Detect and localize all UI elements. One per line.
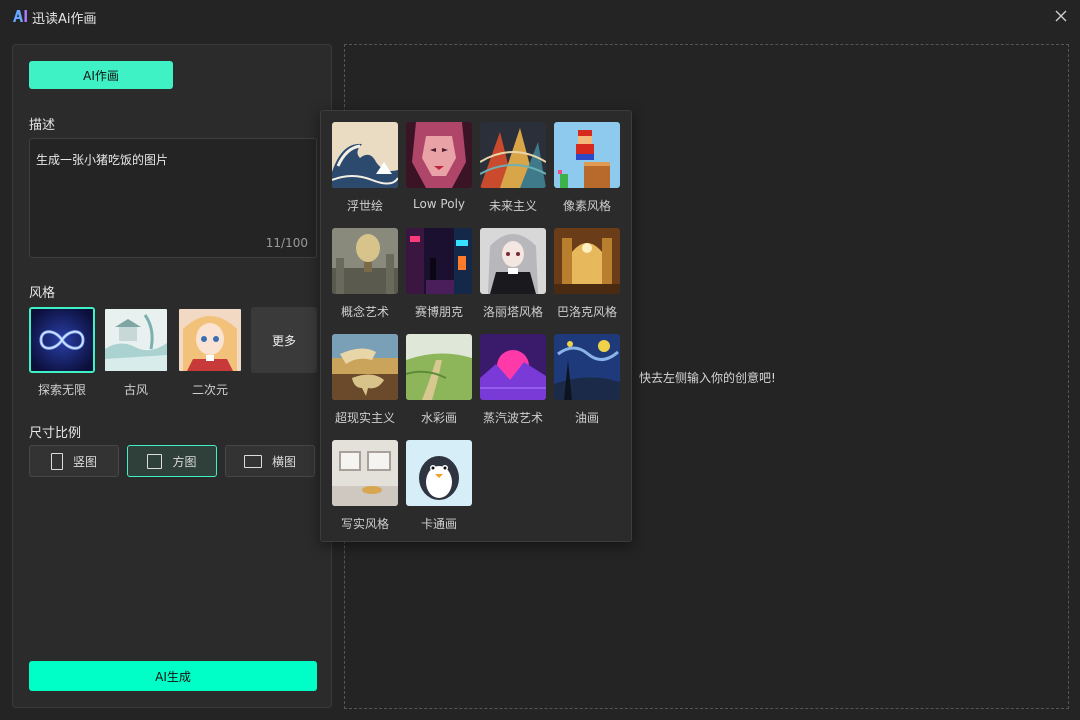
popup-style-futurism[interactable]: 未来主义 (480, 122, 546, 214)
description-input[interactable]: 生成一张小猪吃饭的图片 11/100 (29, 138, 317, 258)
style-popup: 浮世绘 Low Poly 未来主义 像素风格 概念艺术 赛博朋克 洛丽塔风格 巴… (320, 110, 632, 542)
popup-style-realistic[interactable]: 写实风格 (332, 440, 398, 532)
starry-night-thumb (554, 334, 620, 400)
description-label: 描述 (29, 118, 56, 133)
cyberpunk-street-thumb (406, 228, 472, 294)
popup-style-surrealism[interactable]: 超现实主义 (332, 334, 398, 426)
ratio-landscape-button[interactable]: 横图 (225, 445, 315, 477)
popup-style-cartoon[interactable]: 卡通画 (406, 440, 472, 532)
great-wave-thumb (332, 122, 398, 188)
more-styles-button[interactable]: 更多 (251, 307, 317, 373)
popup-style-ukiyoe[interactable]: 浮世绘 (332, 122, 398, 214)
style-name: 古风 (123, 383, 148, 397)
popup-style-cyberpunk[interactable]: 赛博朋克 (406, 228, 472, 320)
style-label: 风格 (29, 286, 56, 301)
vaporwave-sun-thumb (480, 334, 546, 400)
style-item-anime[interactable]: 二次元 (177, 307, 243, 398)
ratio-label-landscape: 横图 (271, 454, 296, 469)
futurism-thumb (480, 122, 546, 188)
anime-girl-thumb (177, 307, 243, 373)
style-name: 探索无限 (37, 383, 86, 397)
description-text: 生成一张小猪吃饭的图片 (36, 153, 169, 167)
lolita-girl-thumb (480, 228, 546, 294)
left-panel: AI作画 描述 生成一张小猪吃饭的图片 11/100 风格 探索无限 古风 二次… (12, 44, 332, 708)
app-title: 迅读Ai作画 (32, 12, 97, 27)
ratio-portrait-button[interactable]: 竖图 (29, 445, 119, 477)
popup-style-name: 卡通画 (420, 517, 457, 531)
ratio-label: 尺寸比例 (29, 426, 82, 441)
popup-style-name: 油画 (574, 411, 599, 425)
realistic-room-thumb (332, 440, 398, 506)
generate-button[interactable]: AI生成 (29, 661, 317, 691)
app-logo-icon (13, 10, 27, 22)
popup-style-name: 巴洛克风格 (556, 305, 617, 319)
concept-airship-thumb (332, 228, 398, 294)
cartoon-penguin-thumb (406, 440, 472, 506)
empty-hint: 快去左侧输入你的创意吧! (639, 371, 776, 385)
lowpoly-portrait-thumb (406, 122, 472, 188)
close-icon (1055, 10, 1067, 22)
ratio-label-square: 方图 (172, 454, 197, 469)
ancient-landscape-thumb (103, 307, 169, 373)
popup-style-concept[interactable]: 概念艺术 (332, 228, 398, 320)
popup-style-lolita[interactable]: 洛丽塔风格 (480, 228, 546, 320)
popup-style-oil[interactable]: 油画 (554, 334, 620, 426)
close-button[interactable] (1052, 7, 1070, 25)
popup-style-baroque[interactable]: 巴洛克风格 (554, 228, 620, 320)
baroque-hall-thumb (554, 228, 620, 294)
watercolor-field-thumb (406, 334, 472, 400)
tab-ai-draw[interactable]: AI作画 (29, 61, 173, 89)
popup-style-name: 像素风格 (562, 199, 611, 213)
ratio-label-portrait: 竖图 (72, 454, 97, 469)
character-counter: 11/100 (265, 236, 308, 250)
ratio-square-button[interactable]: 方图 (127, 445, 217, 477)
popup-style-watercolor[interactable]: 水彩画 (406, 334, 472, 426)
infinity-thumb (29, 307, 95, 373)
popup-style-vaporwave[interactable]: 蒸汽波艺术 (480, 334, 546, 426)
melting-clock-thumb (332, 334, 398, 400)
pixel-mario-thumb (554, 122, 620, 188)
style-item-ancient[interactable]: 古风 (103, 307, 169, 398)
square-rect-icon (147, 453, 163, 469)
portrait-rect-icon (50, 452, 63, 470)
popup-style-pixel[interactable]: 像素风格 (554, 122, 620, 214)
landscape-rect-icon (243, 454, 262, 468)
style-name: 二次元 (191, 383, 228, 397)
popup-style-lowpoly[interactable]: Low Poly (406, 122, 472, 211)
title-bar: 迅读Ai作画 (0, 0, 1080, 32)
style-item-explore[interactable]: 探索无限 (29, 307, 95, 398)
